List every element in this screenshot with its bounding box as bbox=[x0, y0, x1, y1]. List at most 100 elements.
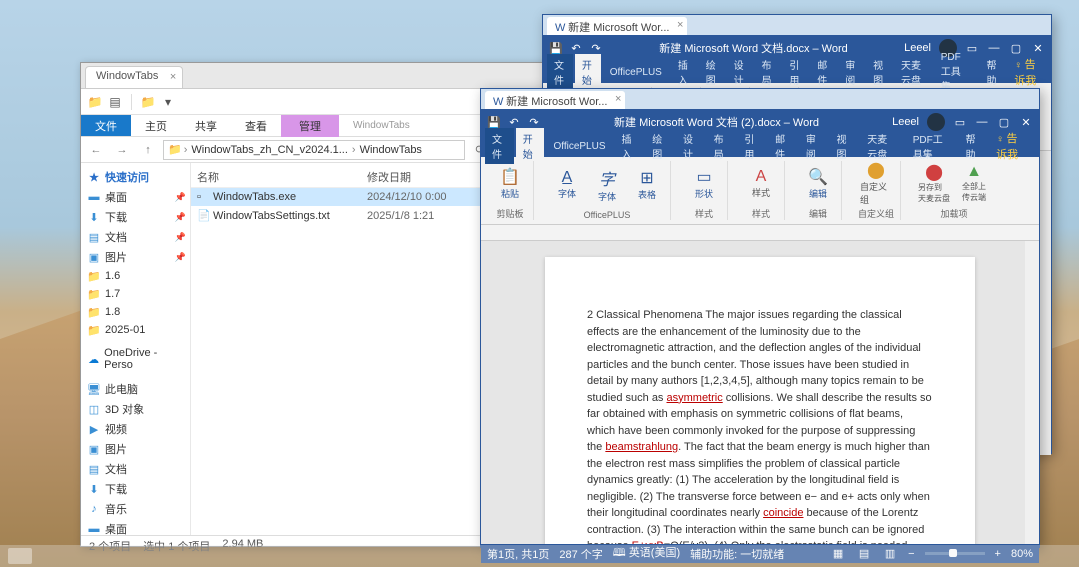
tab-mail[interactable]: 邮件 bbox=[810, 54, 836, 90]
tab-file[interactable]: 文件 bbox=[547, 54, 573, 90]
style-icon[interactable]: A样式 bbox=[744, 166, 778, 200]
address-box[interactable]: 📁 › WindowTabs_zh_CN_v2024.1... › Window… bbox=[163, 140, 465, 160]
tab-home[interactable]: 开始 bbox=[575, 54, 601, 90]
sidebar-item-documents[interactable]: ▤文档 bbox=[81, 459, 190, 479]
ruler[interactable] bbox=[481, 225, 1039, 241]
sidebar-item-music[interactable]: ♪音乐 bbox=[81, 499, 190, 519]
tab-design[interactable]: 设计 bbox=[727, 54, 753, 90]
close-icon[interactable]: × bbox=[170, 71, 176, 83]
ribbon-options-icon[interactable]: ▭ bbox=[953, 115, 967, 129]
sidebar-item-documents[interactable]: ▤文档📌 bbox=[81, 227, 190, 247]
dropdown-icon[interactable]: ▾ bbox=[160, 94, 176, 110]
tab-insert[interactable]: 插入 bbox=[671, 54, 697, 90]
tab-help[interactable]: 帮助 bbox=[958, 128, 987, 164]
sidebar-item-pictures[interactable]: ▣图片📌 bbox=[81, 247, 190, 267]
tab-officeplus[interactable]: OfficePLUS bbox=[603, 64, 669, 81]
folder-icon[interactable]: 📁 bbox=[140, 94, 156, 110]
window-tab[interactable]: W 新建 Microsoft Wor...× bbox=[485, 91, 625, 109]
col-modified[interactable]: 修改日期 bbox=[367, 169, 411, 185]
tab-file[interactable]: 文件 bbox=[81, 115, 131, 136]
sidebar-item-desktop[interactable]: ▬桌面 bbox=[81, 519, 190, 535]
tab-tell[interactable]: ♀ 告诉我 bbox=[989, 127, 1035, 165]
font-icon[interactable]: 字字体 bbox=[590, 168, 624, 202]
tab-draw[interactable]: 绘图 bbox=[645, 128, 674, 164]
sidebar-quick-access[interactable]: ★快速访问 bbox=[81, 167, 190, 187]
spelling-error[interactable]: beamstrahlung bbox=[605, 441, 678, 453]
sidebar-this-pc[interactable]: 🖥此电脑 bbox=[81, 379, 190, 399]
tab-view[interactable]: 查看 bbox=[231, 115, 281, 137]
tab-pdf[interactable]: PDF工具集 bbox=[906, 128, 957, 164]
save-icon[interactable]: 💾 bbox=[487, 115, 501, 129]
sidebar-item-videos[interactable]: ▶视频 bbox=[81, 419, 190, 439]
sidebar-item-downloads[interactable]: ⬇下载 bbox=[81, 479, 190, 499]
redo-icon[interactable]: ↷ bbox=[527, 115, 541, 129]
taskbar-item[interactable] bbox=[8, 548, 32, 564]
tab-layout[interactable]: 布局 bbox=[755, 54, 781, 90]
sidebar-item-folder[interactable]: 📁2025-01 bbox=[81, 321, 190, 339]
cloud-upload-icon[interactable]: ▲全部上 传云端 bbox=[957, 166, 991, 200]
spelling-error[interactable]: asymmetric bbox=[667, 392, 723, 404]
redo-icon[interactable]: ↷ bbox=[589, 41, 603, 55]
custom-icon[interactable]: ⬤自定义组 bbox=[859, 166, 893, 200]
paste-icon[interactable]: 📋粘贴 bbox=[493, 166, 527, 200]
tab-home[interactable]: 主页 bbox=[131, 115, 181, 137]
tab-help[interactable]: 帮助 bbox=[979, 54, 1005, 90]
sidebar-onedrive[interactable]: ☁OneDrive - Perso bbox=[81, 345, 190, 373]
back-button[interactable]: ← bbox=[85, 140, 107, 160]
tab-ref[interactable]: 引用 bbox=[737, 128, 766, 164]
sidebar-item-folder[interactable]: 📁1.7 bbox=[81, 285, 190, 303]
tab-layout[interactable]: 布局 bbox=[707, 128, 736, 164]
col-name[interactable]: 名称 bbox=[197, 169, 367, 185]
minimize-icon[interactable]: — bbox=[975, 115, 989, 129]
spelling-error[interactable]: E+vxB bbox=[632, 540, 664, 544]
sidebar-item-folder[interactable]: 📁1.8 bbox=[81, 303, 190, 321]
tab-home[interactable]: 开始 bbox=[516, 128, 545, 164]
minimize-icon[interactable]: — bbox=[987, 41, 1001, 55]
tab-file[interactable]: 文件 bbox=[485, 128, 514, 164]
sidebar-item-folder[interactable]: 📁1.6 bbox=[81, 267, 190, 285]
forward-button[interactable]: → bbox=[111, 140, 133, 160]
props-icon[interactable]: ▤ bbox=[107, 94, 123, 110]
tab-share[interactable]: 共享 bbox=[181, 115, 231, 137]
breadcrumb[interactable]: WindowTabs bbox=[358, 144, 424, 156]
tab-draw[interactable]: 绘图 bbox=[699, 54, 725, 90]
document-page[interactable]: 2 Classical Phenomena The major issues r… bbox=[545, 257, 975, 544]
tab-tell[interactable]: ♀ 告诉我 bbox=[1007, 53, 1047, 91]
sidebar-item-downloads[interactable]: ⬇下载📌 bbox=[81, 207, 190, 227]
up-button[interactable]: ↑ bbox=[137, 140, 159, 160]
tab-mail[interactable]: 邮件 bbox=[768, 128, 797, 164]
shape-icon[interactable]: ▭形状 bbox=[687, 166, 721, 200]
breadcrumb[interactable]: WindowTabs_zh_CN_v2024.1... bbox=[189, 144, 350, 156]
taskbar[interactable] bbox=[0, 545, 1079, 567]
font-style-icon[interactable]: A̲字体 bbox=[550, 168, 584, 202]
tab-manage[interactable]: 管理 bbox=[281, 115, 339, 137]
user-name[interactable]: Leeel bbox=[904, 42, 931, 54]
tab-review[interactable]: 审阅 bbox=[799, 128, 828, 164]
explorer-tab[interactable]: WindowTabs× bbox=[85, 66, 183, 88]
folder-icon[interactable]: 📁 bbox=[87, 94, 103, 110]
scrollbar[interactable] bbox=[1025, 241, 1039, 544]
user-name[interactable]: Leeel bbox=[892, 116, 919, 128]
undo-icon[interactable]: ↶ bbox=[569, 41, 583, 55]
close-icon[interactable]: × bbox=[677, 19, 683, 31]
table-icon[interactable]: ⊞表格 bbox=[630, 168, 664, 202]
tab-view[interactable]: 视图 bbox=[866, 54, 892, 90]
tab-review[interactable]: 审阅 bbox=[838, 54, 864, 90]
tab-cloud[interactable]: 天麦云盘 bbox=[894, 54, 932, 90]
tab-cloud[interactable]: 天麦云盘 bbox=[860, 128, 903, 164]
tab-insert[interactable]: 插入 bbox=[615, 128, 644, 164]
tab-officeplus[interactable]: OfficePLUS bbox=[546, 138, 612, 155]
tab-design[interactable]: 设计 bbox=[676, 128, 705, 164]
find-icon[interactable]: 🔍编辑 bbox=[801, 166, 835, 200]
sidebar-item-3d[interactable]: ◫3D 对象 bbox=[81, 399, 190, 419]
window-tab[interactable]: W 新建 Microsoft Wor...× bbox=[547, 17, 687, 35]
tab-ref[interactable]: 引用 bbox=[782, 54, 808, 90]
tab-view[interactable]: 视图 bbox=[830, 128, 859, 164]
document-area[interactable]: 2 Classical Phenomena The major issues r… bbox=[481, 241, 1039, 544]
undo-icon[interactable]: ↶ bbox=[507, 115, 521, 129]
save-icon[interactable]: 💾 bbox=[549, 41, 563, 55]
cloud-save-icon[interactable]: ⬤另存到 天麦云盘 bbox=[917, 166, 951, 200]
spelling-error[interactable]: coincide bbox=[763, 507, 803, 519]
sidebar-item-desktop[interactable]: ▬桌面📌 bbox=[81, 187, 190, 207]
close-icon[interactable]: × bbox=[615, 93, 621, 105]
